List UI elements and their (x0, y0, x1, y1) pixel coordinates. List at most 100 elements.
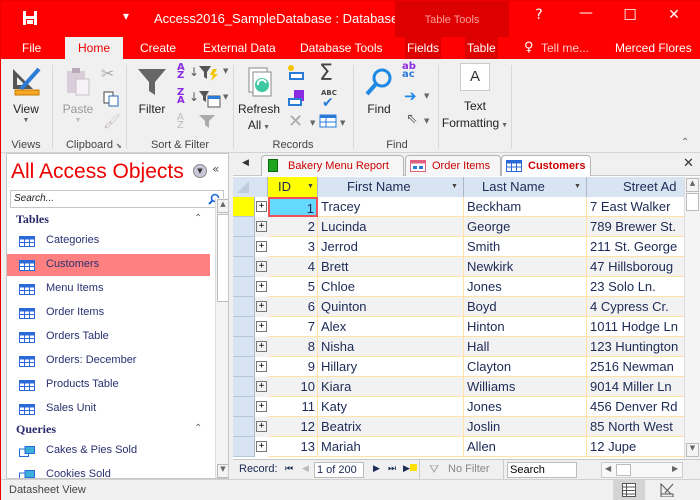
cell-first-name[interactable]: Tracey (318, 197, 464, 217)
cell-last-name[interactable]: Smith (464, 237, 587, 257)
dropdown-icon[interactable]: ▼ (340, 119, 345, 127)
cell-street-address[interactable]: 7 East Walker (587, 197, 684, 217)
datasheet-vertical-scrollbar[interactable]: ▲ ▼ (684, 177, 700, 459)
collapse-ribbon-icon[interactable]: ⌃ (681, 137, 689, 148)
cell-last-name[interactable]: Jones (464, 397, 587, 417)
cell-last-name[interactable]: Boyd (464, 297, 587, 317)
select-icon[interactable]: ⇖ (406, 111, 418, 127)
nav-item-products-table[interactable]: Products Table (7, 374, 210, 396)
expand-subdatasheet-icon[interactable]: + (256, 241, 267, 252)
scroll-thumb[interactable] (217, 214, 228, 302)
scroll-thumb[interactable] (616, 464, 631, 476)
tab-home[interactable]: Home (65, 37, 124, 59)
nav-item-customers[interactable]: Customers (7, 254, 210, 276)
cell-last-name[interactable]: Williams (464, 377, 587, 397)
cell-street-address[interactable]: 456 Denver Rd (587, 397, 684, 417)
column-header-last-name[interactable]: Last Name ▼ (464, 177, 587, 197)
help-button[interactable]: ? (524, 7, 554, 23)
expand-subdatasheet-icon[interactable]: + (256, 421, 267, 432)
expand-subdatasheet-icon[interactable]: + (256, 401, 267, 412)
cell-street-address[interactable]: 4 Cypress Cr. (587, 297, 684, 317)
column-header-first-name[interactable]: First Name ▼ (318, 177, 464, 197)
customize-qat-icon[interactable]: ▾ (123, 9, 129, 23)
record-selector[interactable] (233, 237, 255, 257)
cell-id[interactable]: 12 (268, 417, 318, 437)
cell-last-name[interactable]: Allen (464, 437, 587, 457)
record-selector[interactable] (233, 297, 255, 317)
scroll-down-icon[interactable]: ▼ (686, 443, 699, 457)
expand-subdatasheet-icon[interactable]: + (256, 261, 267, 272)
replace-icon[interactable]: ab ac (402, 62, 416, 80)
scroll-thumb[interactable] (686, 193, 699, 211)
sort-descending-icon[interactable]: ZA (177, 88, 185, 106)
cell-first-name[interactable]: Chloe (318, 277, 464, 297)
cell-first-name[interactable]: Hillary (318, 357, 464, 377)
advanced-filter-icon[interactable] (199, 90, 221, 108)
cell-first-name[interactable]: Mariah (318, 437, 464, 457)
record-selector[interactable] (233, 277, 255, 297)
datasheet-view-button[interactable] (613, 480, 645, 500)
expand-subdatasheet-icon[interactable]: + (256, 441, 267, 452)
cut-icon[interactable]: ✂ (101, 64, 114, 83)
record-selector[interactable] (233, 417, 255, 437)
tell-me-input[interactable]: Tell me... (539, 37, 591, 59)
cell-id[interactable]: 2 (268, 217, 318, 237)
cell-id[interactable]: 3 (268, 237, 318, 257)
scroll-down-icon[interactable]: ▼ (217, 464, 228, 478)
record-search-input[interactable]: Search (507, 462, 577, 478)
sort-ascending-icon[interactable]: AZ (177, 63, 185, 81)
column-header-id[interactable]: ID ▼ (268, 177, 318, 197)
scroll-right-icon[interactable]: ▶ (672, 464, 678, 473)
collapse-section-icon[interactable]: ⌃ (194, 423, 202, 434)
cell-first-name[interactable]: Brett (318, 257, 464, 277)
current-record-input[interactable]: 1 of 200 (314, 462, 364, 478)
cell-street-address[interactable]: 85 North West (587, 417, 684, 437)
cell-id[interactable]: 1 (268, 197, 318, 217)
new-record-icon[interactable] (287, 65, 305, 81)
expand-subdatasheet-icon[interactable]: + (256, 201, 267, 212)
tab-external-data[interactable]: External Data (201, 37, 278, 59)
dropdown-icon[interactable]: ▼ (310, 119, 315, 127)
nav-item-sales-unit[interactable]: Sales Unit (7, 398, 210, 420)
nav-item-cakes-pies-sold[interactable]: Cakes & Pies Sold (7, 440, 210, 462)
tab-file[interactable]: File (20, 37, 43, 59)
cell-last-name[interactable]: Clayton (464, 357, 587, 377)
cell-first-name[interactable]: Katy (318, 397, 464, 417)
expand-subdatasheet-icon[interactable]: + (256, 281, 267, 292)
cell-street-address[interactable]: 47 Hillsboroug (587, 257, 684, 277)
shutter-bar-close-icon[interactable]: « (212, 162, 219, 176)
nav-item-menu-items[interactable]: Menu Items (7, 278, 210, 300)
record-selector[interactable] (233, 317, 255, 337)
table-row[interactable]: +12 Beatrix Joslin 85 North West (233, 417, 684, 437)
doc-tab-bakery-menu-report[interactable]: Bakery Menu Report (261, 155, 404, 176)
column-dropdown-icon[interactable]: ▼ (451, 183, 458, 190)
expand-subdatasheet-icon[interactable]: + (256, 341, 267, 352)
cell-last-name[interactable]: Beckham (464, 197, 587, 217)
paste-button[interactable]: Paste (58, 102, 98, 116)
minimize-button[interactable]: — (571, 5, 601, 21)
cell-last-name[interactable]: Newkirk (464, 257, 587, 277)
cell-last-name[interactable]: Jones (464, 277, 587, 297)
design-view-button[interactable] (651, 480, 683, 500)
cell-first-name[interactable]: Beatrix (318, 417, 464, 437)
nav-menu-dropdown-icon[interactable]: ▼ (193, 164, 207, 178)
save-icon[interactable] (22, 10, 38, 26)
cell-first-name[interactable]: Quinton (318, 297, 464, 317)
dropdown-icon[interactable]: ▼ (424, 92, 429, 100)
cell-street-address[interactable]: 2516 Newman (587, 357, 684, 377)
cell-last-name[interactable]: George (464, 217, 587, 237)
nav-item-order-items[interactable]: Order Items (7, 302, 210, 324)
format-painter-icon[interactable]: 🖌 (103, 114, 121, 130)
cell-id[interactable]: 7 (268, 317, 318, 337)
tab-table[interactable]: Table (465, 37, 498, 59)
tab-fields[interactable]: Fields (405, 37, 442, 59)
section-queries[interactable]: Queries (16, 422, 56, 437)
table-row[interactable]: +1 Tracey Beckham 7 East Walker (233, 197, 684, 217)
text-formatting-button[interactable]: Formatting ▼ (439, 116, 511, 130)
close-button[interactable]: ✕ (659, 7, 689, 23)
find-button[interactable]: Find (359, 102, 399, 116)
cell-street-address[interactable]: 23 Solo Ln. (587, 277, 684, 297)
cell-id[interactable]: 11 (268, 397, 318, 417)
selection-filter-icon[interactable] (199, 65, 221, 81)
cell-last-name[interactable]: Hinton (464, 317, 587, 337)
